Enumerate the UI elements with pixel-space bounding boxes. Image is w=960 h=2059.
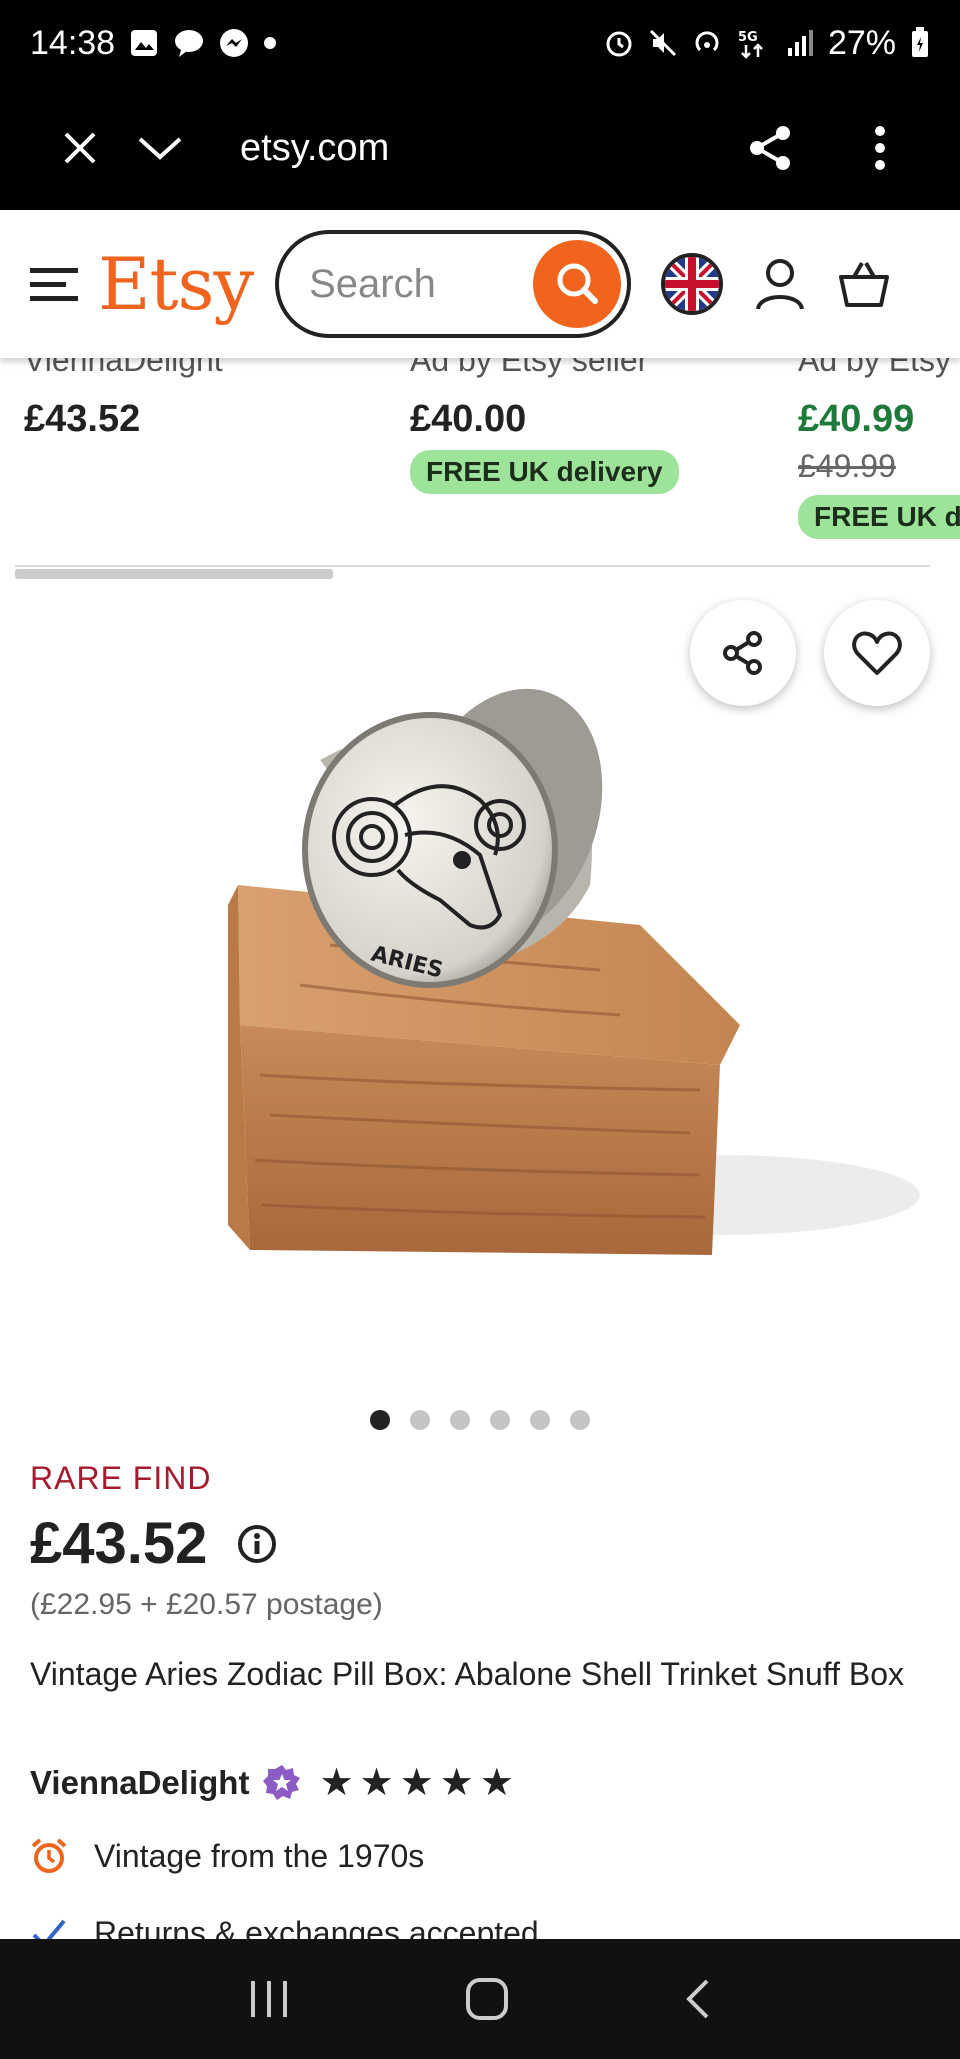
checkmark-icon bbox=[32, 1919, 66, 1939]
notification-dot-icon bbox=[264, 37, 277, 49]
free-delivery-badge: FREE UK delivery bbox=[410, 450, 679, 494]
messenger-icon bbox=[220, 29, 249, 57]
close-tab-button[interactable] bbox=[40, 108, 120, 188]
battery-percent: 27% bbox=[827, 23, 896, 62]
carousel-scroll-indicator bbox=[15, 569, 333, 579]
status-bar: 14:38 5G 27% bbox=[0, 0, 960, 86]
seller-row: ViennaDelight ★ ★ ★ ★ ★ bbox=[30, 1760, 514, 1805]
product-title: Vintage Aries Zodiac Pill Box: Abalone S… bbox=[30, 1656, 904, 1692]
etsy-logo[interactable]: Etsy bbox=[98, 242, 254, 326]
star-icon: ★ bbox=[439, 1762, 474, 1804]
cart-icon[interactable] bbox=[837, 259, 891, 309]
share-listing-button[interactable] bbox=[690, 600, 796, 706]
star-icon: ★ bbox=[319, 1762, 354, 1804]
feature-returns: Returns & exchanges accepted bbox=[30, 1915, 539, 1939]
system-nav-bar bbox=[0, 1939, 960, 2059]
section-divider bbox=[15, 565, 930, 567]
product-image-gallery[interactable]: ARIES bbox=[0, 585, 960, 1375]
pagination-dot[interactable] bbox=[450, 1410, 470, 1430]
star-icon: ★ bbox=[359, 1762, 394, 1804]
gallery-icon bbox=[131, 30, 158, 56]
recent-apps-icon[interactable] bbox=[247, 1979, 291, 2019]
rec-original-price: £49.99 bbox=[798, 448, 896, 484]
uk-flag-icon bbox=[665, 257, 720, 311]
star-icon: ★ bbox=[399, 1762, 434, 1804]
back-icon[interactable] bbox=[683, 1977, 713, 2021]
chevron-down-icon bbox=[138, 137, 182, 160]
pagination-dot-active[interactable] bbox=[370, 1410, 390, 1430]
account-icon[interactable] bbox=[755, 257, 805, 311]
info-icon[interactable] bbox=[237, 1524, 277, 1564]
share-icon bbox=[723, 631, 762, 675]
feature-text: Vintage from the 1970s bbox=[94, 1837, 425, 1874]
close-icon bbox=[64, 132, 96, 164]
hamburger-menu-icon[interactable] bbox=[30, 266, 78, 302]
alarm-clock-icon bbox=[31, 1838, 67, 1873]
share-page-button[interactable] bbox=[730, 108, 810, 188]
search-button[interactable] bbox=[533, 240, 622, 328]
rare-find-tag: RARE FIND bbox=[30, 1460, 212, 1496]
product-price: £43.52 bbox=[30, 1511, 208, 1576]
5g-icon: 5G bbox=[738, 30, 763, 59]
search-bar bbox=[275, 230, 632, 338]
price-row: £43.52 bbox=[30, 1510, 277, 1577]
rec-price: £43.52 bbox=[24, 398, 141, 440]
alarm-icon bbox=[606, 31, 632, 57]
signal-icon bbox=[787, 30, 813, 56]
home-icon[interactable] bbox=[465, 1977, 509, 2021]
favorite-button[interactable] bbox=[824, 600, 930, 706]
status-time: 14:38 bbox=[30, 23, 116, 62]
browser-toolbar: etsy.com bbox=[0, 86, 960, 210]
free-delivery-badge: FREE UK delivery bbox=[798, 495, 960, 539]
feature-text: Returns & exchanges accepted bbox=[94, 1915, 539, 1939]
minimize-button[interactable] bbox=[120, 108, 200, 188]
price-breakdown: (£22.95 + £20.57 postage) bbox=[30, 1588, 383, 1621]
more-vertical-icon bbox=[875, 126, 885, 170]
star-icon: ★ bbox=[479, 1762, 514, 1804]
battery-icon bbox=[912, 27, 928, 57]
rec-price: £40.00 bbox=[410, 398, 527, 440]
pagination-dot[interactable] bbox=[410, 1410, 430, 1430]
svg-text:5G: 5G bbox=[738, 30, 758, 45]
product-photo: ARIES bbox=[228, 688, 920, 1255]
hotspot-icon bbox=[695, 31, 719, 52]
star-seller-badge-icon bbox=[263, 1764, 301, 1800]
image-pagination bbox=[0, 1410, 960, 1430]
pagination-dot[interactable] bbox=[570, 1410, 590, 1430]
chat-icon bbox=[175, 30, 204, 57]
url-text[interactable]: etsy.com bbox=[240, 127, 389, 170]
seller-name[interactable]: ViennaDelight bbox=[30, 1764, 249, 1802]
search-icon bbox=[557, 263, 599, 304]
recommendations-carousel[interactable]: ViennaDelight £43.52 Ad by Etsy seller £… bbox=[0, 330, 960, 580]
feature-vintage: Vintage from the 1970s bbox=[30, 1837, 424, 1875]
pagination-dot[interactable] bbox=[490, 1410, 510, 1430]
star-rating: ★ ★ ★ ★ ★ bbox=[319, 1760, 513, 1805]
rec-sale-price: £40.99 bbox=[798, 398, 915, 440]
browser-menu-button[interactable] bbox=[840, 108, 920, 188]
uk-flag-region-button[interactable] bbox=[661, 253, 724, 315]
pagination-dot[interactable] bbox=[530, 1410, 550, 1430]
mute-icon bbox=[649, 29, 676, 57]
search-input[interactable] bbox=[309, 261, 510, 307]
share-icon bbox=[750, 126, 790, 170]
site-header: Etsy bbox=[0, 210, 960, 358]
heart-icon bbox=[852, 631, 902, 675]
